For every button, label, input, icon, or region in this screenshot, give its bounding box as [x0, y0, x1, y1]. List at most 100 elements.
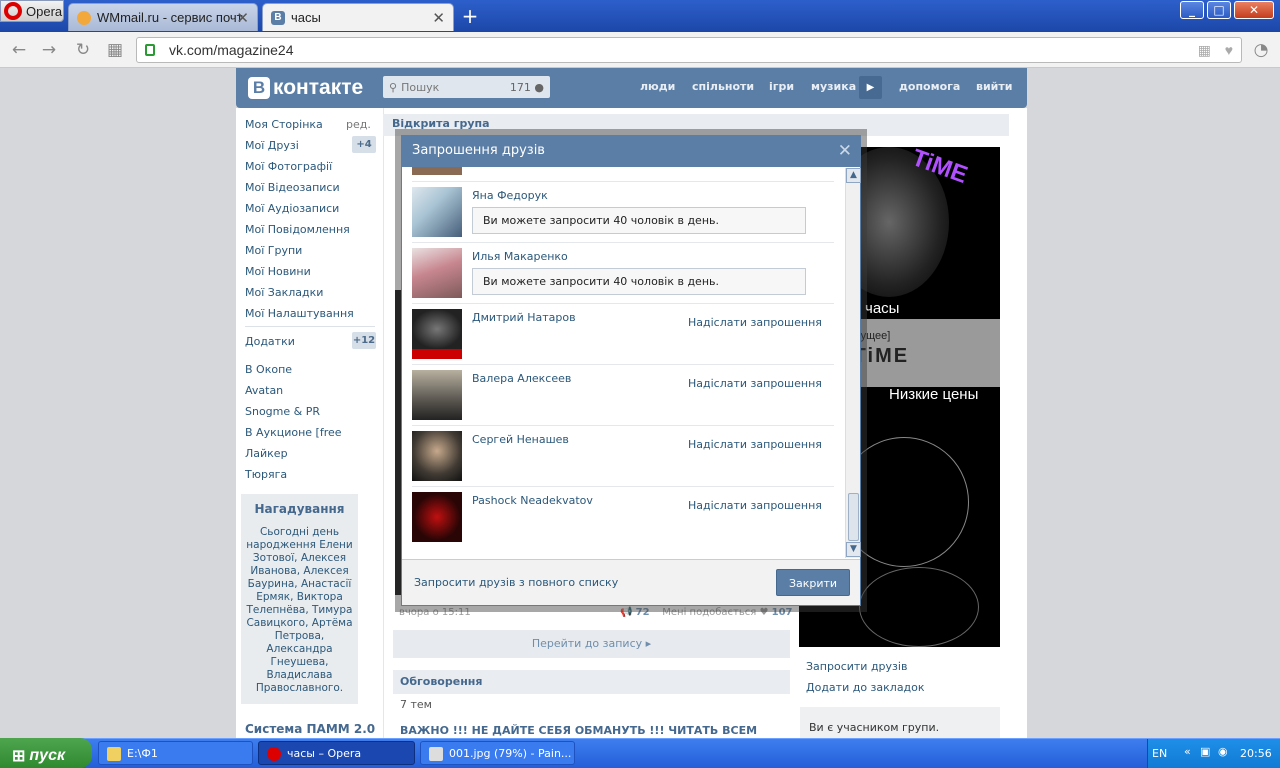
scroll-down-icon[interactable]: ▼: [846, 542, 861, 557]
grid-icon[interactable]: ▦: [1198, 38, 1211, 62]
scroll-up-icon[interactable]: ▲: [846, 168, 861, 183]
friend-name[interactable]: Pashock Neadekvatov: [472, 494, 593, 507]
minimize-button[interactable]: _: [1180, 1, 1204, 19]
avatar[interactable]: [412, 248, 462, 298]
send-invite-link[interactable]: Надіслати запрошення: [688, 499, 822, 512]
goto-post-button[interactable]: Перейти до запису ▸: [393, 630, 790, 658]
send-invite-link[interactable]: Надіслати запрошення: [688, 316, 822, 329]
edit-link[interactable]: ред.: [346, 118, 371, 131]
like-label[interactable]: Мені подобається: [662, 607, 756, 618]
pamm-system-link[interactable]: Система ПАММ 2.0: [245, 722, 375, 736]
taskbar-item-folder[interactable]: E:\Ф1: [98, 741, 253, 765]
friend-name[interactable]: Сергей Ненашев: [472, 433, 569, 446]
sidebar-app-v-okope[interactable]: В Окопе: [245, 363, 292, 376]
sidebar-item-videos[interactable]: Мої Відеозаписи: [245, 181, 340, 194]
language-indicator[interactable]: EN: [1152, 747, 1167, 760]
scroll-thumb[interactable]: [848, 493, 859, 541]
forward-arrow-icon[interactable]: →: [38, 39, 60, 61]
send-invite-link[interactable]: Надіслати запрошення: [688, 438, 822, 451]
friend-name[interactable]: Илья Макаренко: [472, 250, 568, 263]
sidebar-item-news[interactable]: Мої Новини: [245, 265, 311, 278]
apps-badge[interactable]: +12: [352, 332, 376, 349]
tray-arrow-icon[interactable]: «: [1184, 745, 1191, 758]
sidebar-item-photos[interactable]: Мої Фотографії: [245, 160, 332, 173]
invite-from-full-list-link[interactable]: Запросити друзів з повного списку: [414, 576, 618, 589]
send-invite-link[interactable]: Надіслати запрошення: [688, 377, 822, 390]
volume-icon[interactable]: ◉: [1218, 745, 1228, 758]
address-bar[interactable]: vk.com/magazine24 ▦ ♥: [136, 37, 1242, 63]
nav-communities[interactable]: спільноти: [692, 80, 754, 93]
avatar[interactable]: [412, 187, 462, 237]
new-tab-button[interactable]: +: [458, 5, 482, 27]
birthday-reminder: Нагадування Сьогодні день народження Еле…: [241, 494, 358, 704]
opera-settings-icon[interactable]: ◔: [1250, 39, 1272, 61]
nav-music[interactable]: музика: [811, 80, 856, 93]
reminder-text[interactable]: Сьогодні день народження Елени Зотової, …: [245, 526, 354, 695]
taskbar-item-paint[interactable]: 001.jpg (79%) - Pain...: [420, 741, 575, 765]
add-bookmark-link[interactable]: Додати до закладок: [806, 681, 925, 694]
search-placeholder: Пошук: [401, 80, 440, 94]
vk-logo[interactable]: В контакте: [248, 75, 363, 101]
start-button[interactable]: ⊞ пуск: [0, 738, 92, 768]
friend-name[interactable]: Дмитрий Натаров: [472, 311, 576, 324]
friend-name[interactable]: Яна Федорук: [472, 189, 548, 202]
close-button[interactable]: Закрити: [776, 569, 850, 596]
discussions-header[interactable]: Обговорення: [393, 670, 790, 694]
taskbar-item-opera[interactable]: часы – Opera: [258, 741, 415, 765]
sidebar-app-snogme[interactable]: Snogme & PR: [245, 405, 320, 418]
speed-dial-icon[interactable]: ▦: [104, 39, 126, 61]
sidebar-item-settings[interactable]: Мої Налаштування: [245, 307, 354, 320]
heart-icon[interactable]: ♥: [759, 607, 768, 618]
friend-row: Илья Макаренко Ви можете запросити 40 чо…: [412, 242, 834, 303]
heart-icon[interactable]: ♥: [1225, 38, 1233, 62]
close-icon[interactable]: ✕: [838, 141, 852, 161]
topic-count: 7 тем: [400, 698, 432, 711]
discussion-topic-link[interactable]: ВАЖНО !!! НЕ ДАЙТЕ СЕБЯ ОБМАНУТЬ !!! ЧИТ…: [400, 724, 757, 737]
avatar[interactable]: [412, 370, 462, 420]
task-label: E:\Ф1: [127, 747, 158, 760]
opera-menu-button[interactable]: Opera: [0, 0, 64, 22]
friend-name[interactable]: Валера Алексеев: [472, 372, 571, 385]
close-window-button[interactable]: ✕: [1234, 1, 1274, 19]
browser-tab-chasy[interactable]: В часы ✕: [262, 3, 454, 31]
avatar[interactable]: [412, 492, 462, 542]
dialog-footer: Запросити друзів з повного списку Закрит…: [402, 559, 860, 605]
sidebar-item-messages[interactable]: Мої Повідомлення: [245, 223, 350, 236]
sidebar-item-my-page[interactable]: Моя Сторінка: [245, 118, 323, 131]
avatar[interactable]: [412, 309, 462, 359]
dialog-title: Запрошення друзів: [412, 143, 545, 158]
nav-games[interactable]: ігри: [769, 80, 794, 93]
network-icon[interactable]: ▣: [1200, 745, 1210, 758]
sidebar-app-avatan[interactable]: Avatan: [245, 384, 283, 397]
maximize-button[interactable]: □: [1207, 1, 1231, 19]
share-icon[interactable]: 📢: [620, 607, 632, 618]
browser-tab-wmmail[interactable]: WMmail.ru - сервис почт ✕: [68, 3, 258, 31]
nav-help[interactable]: допомога: [899, 80, 960, 93]
sidebar-item-groups[interactable]: Мої Групи: [245, 244, 302, 257]
close-tab-icon[interactable]: ✕: [236, 9, 249, 27]
start-label: пуск: [29, 746, 66, 764]
play-icon[interactable]: ▶: [859, 76, 882, 99]
sidebar-item-bookmarks[interactable]: Мої Закладки: [245, 286, 323, 299]
tab-label: WMmail.ru - сервис почт: [97, 10, 243, 25]
back-arrow-icon[interactable]: ←: [8, 39, 30, 61]
sidebar-app-auction[interactable]: В Аукционе [free: [245, 426, 342, 439]
invite-friends-link[interactable]: Запросити друзів: [806, 660, 907, 673]
sidebar-app-liker[interactable]: Лайкер: [245, 447, 288, 460]
sidebar-item-audio[interactable]: Мої Аудіозаписи: [245, 202, 339, 215]
avatar[interactable]: [412, 431, 462, 481]
close-tab-icon[interactable]: ✕: [432, 9, 445, 27]
nav-logout[interactable]: вийти: [976, 80, 1012, 93]
post-time[interactable]: вчора о 15:11: [399, 607, 471, 618]
member-status[interactable]: Ви є учасником групи.: [800, 707, 1000, 741]
dialog-scrollbar[interactable]: ▲ ▼: [845, 168, 861, 558]
sidebar-item-apps[interactable]: Додатки: [245, 335, 295, 348]
friends-badge[interactable]: +4: [352, 136, 376, 153]
reload-icon[interactable]: ↻: [72, 39, 94, 61]
sidebar-app-turyaga[interactable]: Тюряга: [245, 468, 287, 481]
sidebar-item-friends[interactable]: Мої Друзі: [245, 139, 299, 152]
wmmail-favicon-icon: [77, 10, 91, 25]
online-count: 171 ●: [509, 80, 544, 94]
search-input[interactable]: ⚲ Пошук 171 ●: [383, 76, 550, 98]
nav-people[interactable]: люди: [640, 80, 675, 93]
